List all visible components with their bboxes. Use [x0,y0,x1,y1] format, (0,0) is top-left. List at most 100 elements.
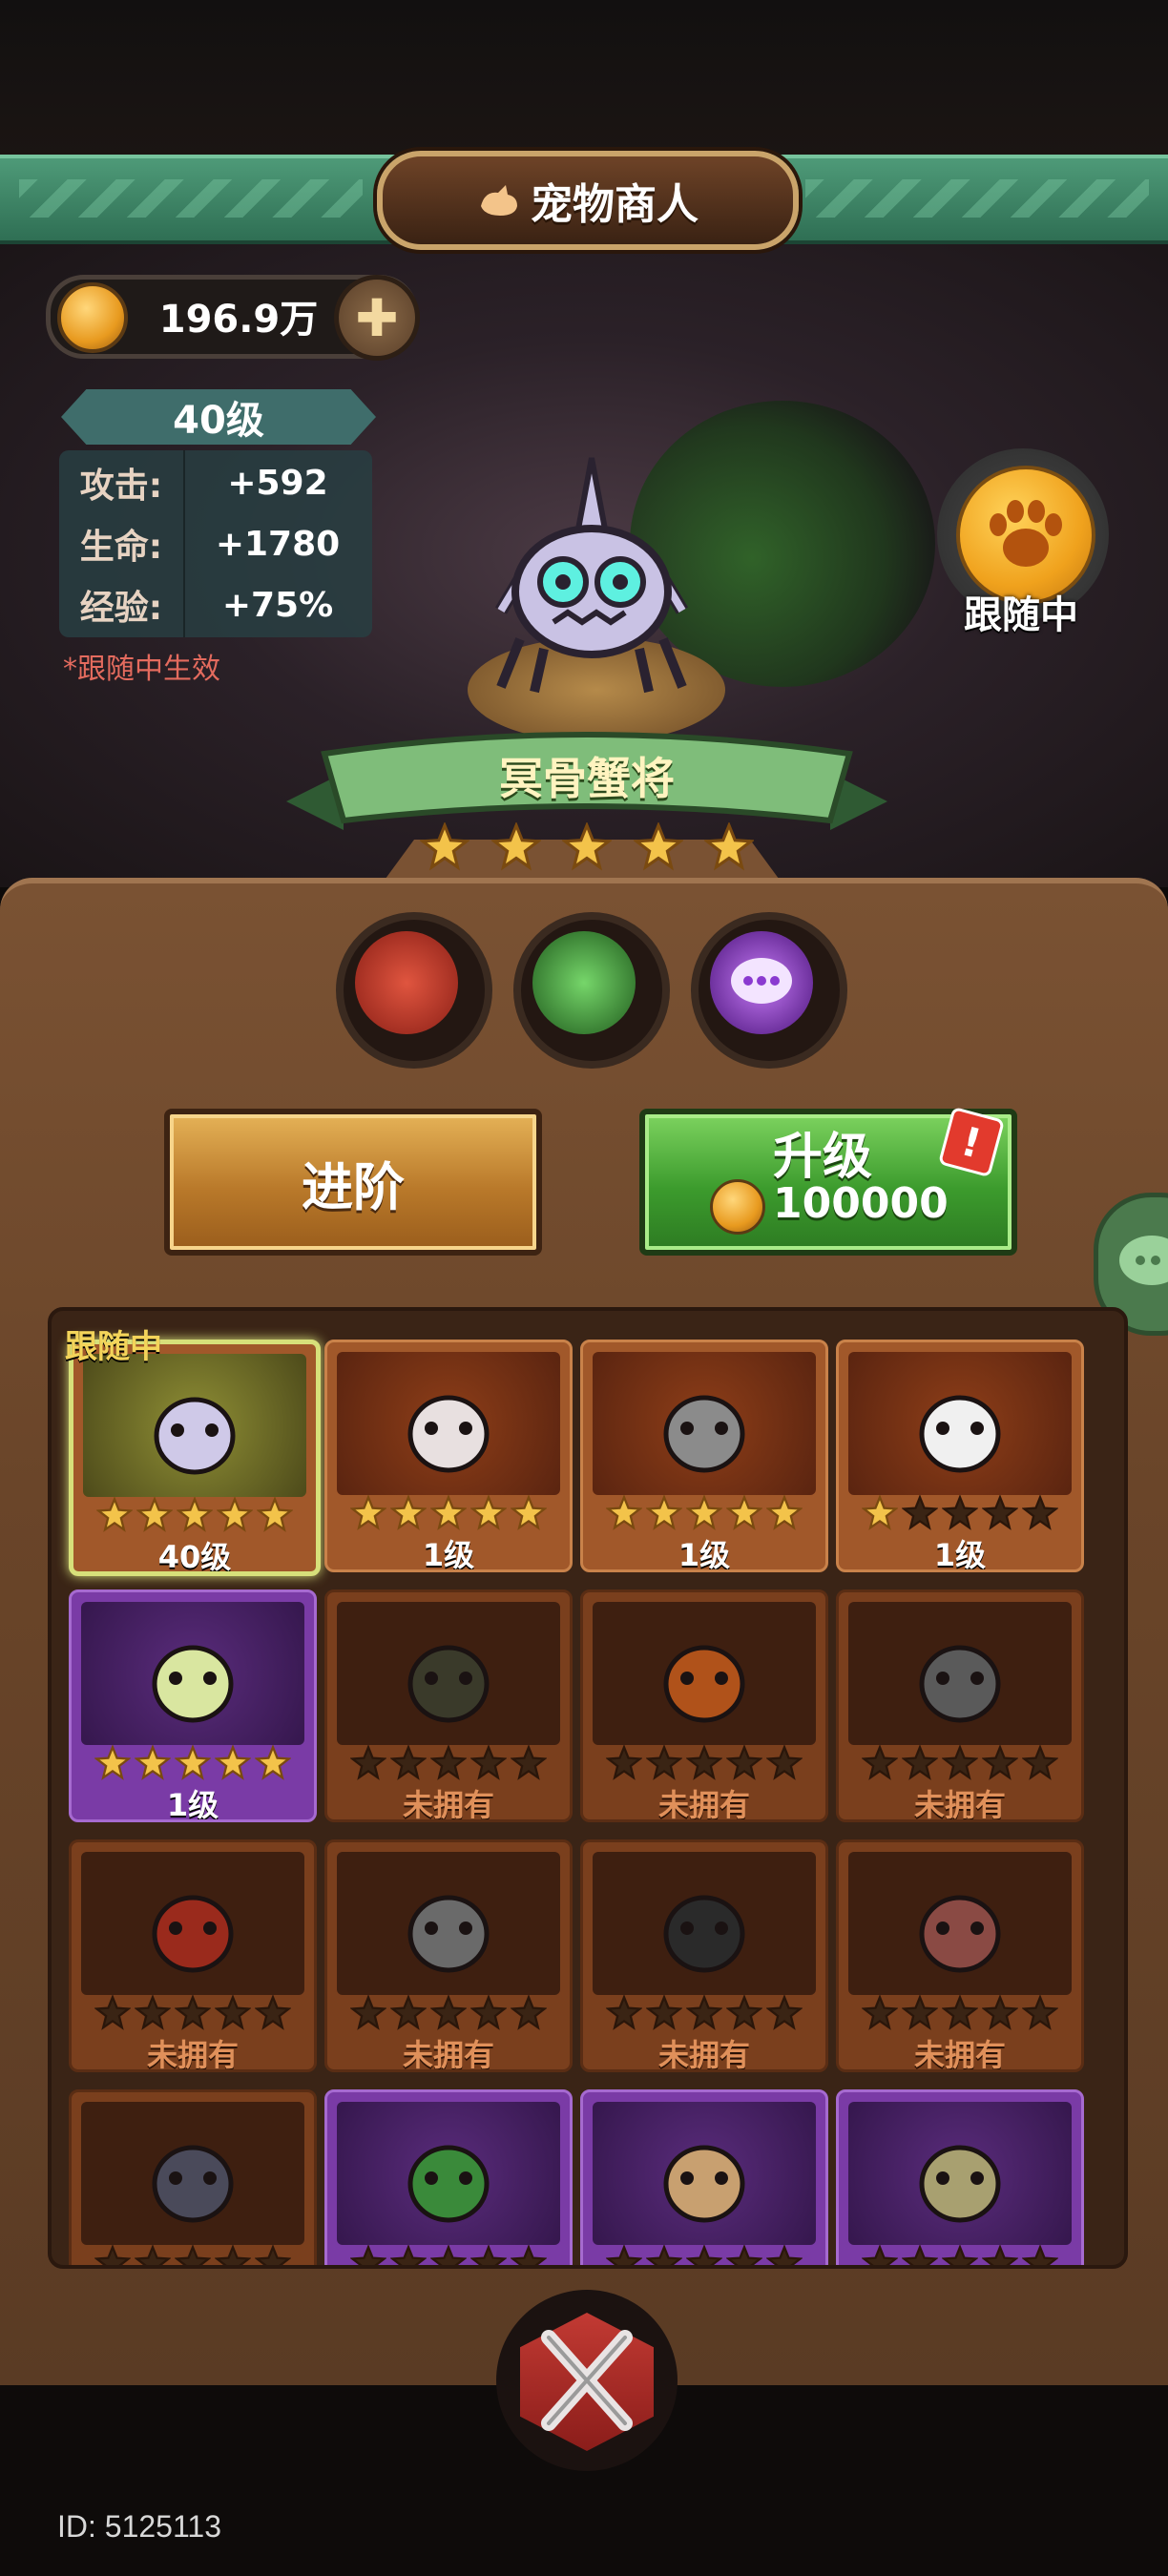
pet-card-stars [72,2245,314,2265]
star-icon [982,1495,1018,1530]
pet-card[interactable]: 1级 [324,1340,573,1572]
star-icon [350,1995,386,2030]
star-icon [942,2245,978,2265]
star-icon [350,1745,386,1780]
bone-crab-pet-icon [154,1397,236,1475]
star-icon [982,2245,1018,2265]
fire-dragon-pet-icon [663,1645,745,1723]
star-icon [511,1995,547,2030]
pet-card[interactable]: 未拥有 [836,1839,1084,2072]
star-icon [686,1995,722,2030]
stat-label: 生命: [79,528,163,567]
pet-card-stars [327,1495,570,1531]
star-icon [215,1745,251,1780]
star-icon [94,1745,131,1780]
star-icon [215,2245,251,2265]
star-icon [470,1995,507,2030]
pet-card-level: 未拥有 [402,2037,494,2072]
pet-card-stars [839,1495,1081,1531]
star-icon [766,1745,803,1780]
star-icon [686,2245,722,2265]
pet-card[interactable]: 未拥有 [69,1839,317,2072]
pet-card-stars [327,1995,570,2031]
stat-label: 经验: [79,589,163,628]
pet-card[interactable]: 未拥有 [324,1589,573,1822]
add-currency-button[interactable]: ✚ [334,275,420,361]
pet-card-stars [583,1745,825,1781]
star-icon [606,1495,642,1530]
advance-button[interactable]: 进阶 [164,1109,542,1256]
star-icon [606,1995,642,2030]
star-icon [633,822,683,871]
pet-card-level: 40级 [157,1539,232,1575]
star-icon [726,1495,762,1530]
star-icon [862,1745,898,1780]
pet-card-stars [72,1995,314,2031]
star-icon [350,2245,386,2265]
pet-card-level: 1级 [678,1537,731,1572]
star-icon [726,2245,762,2265]
stat-row-attack: 攻击: +592 [59,454,372,511]
pet-card-stars [72,1745,314,1781]
top-background [0,0,1168,157]
follow-label: 跟随中 [964,593,1078,637]
pet-level: 40级 [173,399,264,443]
star-icon [766,1495,803,1530]
pet-card[interactable]: 1级 [580,1340,828,1572]
skill-slot-2[interactable] [513,912,670,1069]
following-tag: 跟随中 [65,1328,162,1366]
star-icon [430,1745,467,1780]
crow-reaper-pet-icon [663,1895,745,1973]
star-icon [255,2245,291,2265]
pet-card[interactable]: 1级 [69,1589,317,1822]
star-icon [215,1995,251,2030]
skill-slot-3[interactable] [691,912,847,1069]
pet-card[interactable]: 未拥有 [324,1839,573,2072]
pet-card[interactable]: 40级 [69,1340,321,1576]
pet-card[interactable]: 未拥有 [836,1589,1084,1822]
pet-card[interactable] [324,2089,573,2265]
star-icon [350,1495,386,1530]
pet-card-level: 1级 [422,1537,475,1572]
star-icon [1022,1495,1058,1530]
pet-card[interactable] [836,2089,1084,2265]
star-icon [217,1497,253,1532]
pet-card-level: 未拥有 [913,2037,1006,2072]
star-icon [902,1745,938,1780]
pet-card[interactable] [580,2089,828,2265]
pet-card-stars [327,1745,570,1781]
daruma-pet-icon [152,1895,234,1973]
knight-helmet-pet-icon [919,1645,1001,1723]
pet-level-plate: 40级 [61,389,376,445]
pet-card-stars [583,1495,825,1531]
merchant-pet-icon [481,185,517,216]
star-icon [766,2245,803,2265]
pet-card-level: 未拥有 [913,1787,1006,1822]
pet-name: 冥骨蟹将 [499,753,675,804]
claw-skill-icon [532,931,636,1034]
star-icon [862,1495,898,1530]
star-icon [511,1495,547,1530]
advance-button-label: 进阶 [302,1156,405,1217]
star-icon [175,1995,211,2030]
pet-card-level: 未拥有 [146,2037,239,2072]
star-icon [470,1745,507,1780]
star-icon [606,2245,642,2265]
star-icon [726,1995,762,2030]
star-icon [646,1745,682,1780]
plus-icon: ✚ [355,287,399,348]
bone-crab-pet-icon [494,457,689,694]
skill-slot-1[interactable] [336,912,492,1069]
pet-card-stars [327,2245,570,2265]
pet-card[interactable]: 未拥有 [580,1589,828,1822]
pet-card[interactable]: 未拥有 [580,1839,828,2072]
stat-row-hp: 生命: +1780 [59,515,372,572]
pet-card[interactable] [69,2089,317,2265]
pet-card[interactable]: 1级 [836,1340,1084,1572]
star-icon [942,1745,978,1780]
star-icon [96,1497,133,1532]
star-icon [766,1995,803,2030]
stat-row-exp: 经验: +75% [59,576,372,634]
star-icon [511,2245,547,2265]
star-icon [430,1995,467,2030]
